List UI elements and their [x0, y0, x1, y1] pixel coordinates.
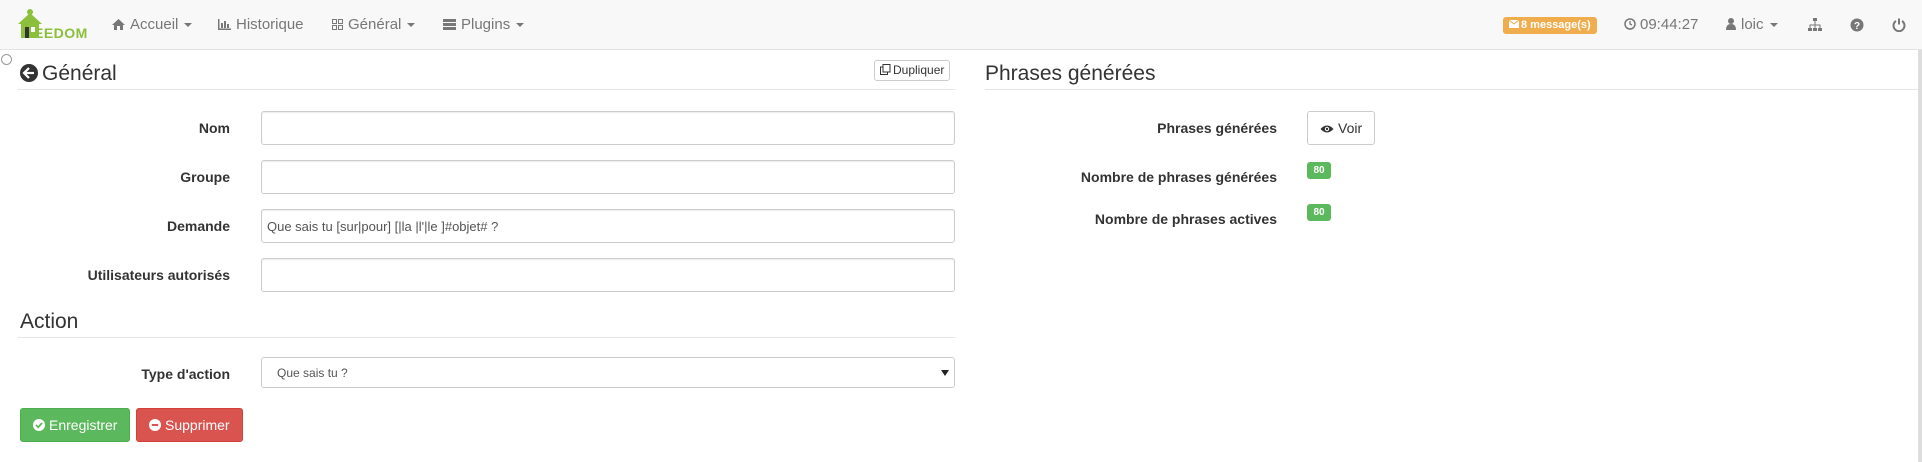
save-label: Enregistrer: [49, 417, 118, 433]
logo-text: EEDOM: [34, 25, 88, 41]
messages-count: 8 message(s): [1521, 19, 1591, 31]
groupe-input[interactable]: [261, 160, 955, 194]
scrollbar[interactable]: [1918, 50, 1922, 462]
count-generated-label: Nombre de phrases générées: [1080, 169, 1277, 185]
chevron-down-icon: [516, 23, 525, 28]
clock: 09:44:27: [1624, 0, 1698, 50]
power-icon: [1892, 18, 1906, 32]
svg-text:?: ?: [1854, 21, 1860, 32]
divider: [18, 89, 955, 90]
envelope-icon: [1508, 19, 1520, 28]
home-icon: [112, 19, 125, 30]
check-circle-icon: [33, 419, 45, 431]
clock-icon: [1624, 18, 1636, 30]
jeedom-logo[interactable]: EEDOM: [14, 8, 88, 44]
nav-historique-label: Historique: [236, 16, 304, 33]
sitemap-icon: [1808, 18, 1822, 31]
clock-time: 09:44:27: [1640, 16, 1699, 33]
demande-label: Demande: [166, 218, 230, 234]
help-icon: ?: [1850, 18, 1864, 32]
dropdown-arrow-icon: [941, 370, 949, 376]
shutdown-button[interactable]: [1890, 16, 1908, 34]
action-title: Action: [20, 310, 79, 333]
utilisateurs-input[interactable]: [261, 258, 955, 292]
utilisateurs-label: Utilisateurs autorisés: [87, 267, 230, 283]
count-generated-badge: 80: [1307, 162, 1331, 179]
collapse-sidebar-icon[interactable]: [1, 54, 12, 65]
chevron-down-icon: [184, 23, 193, 28]
top-navbar: EEDOM Accueil Historique Général Plugins…: [0, 0, 1922, 50]
divider: [985, 89, 1918, 90]
count-active-label: Nombre de phrases actives: [1094, 211, 1277, 227]
demande-input[interactable]: [261, 209, 955, 243]
action-type-select[interactable]: Que sais tu ?: [261, 357, 955, 388]
count-active-badge: 80: [1307, 204, 1331, 221]
nav-historique[interactable]: Historique: [218, 0, 304, 50]
chevron-down-icon: [1769, 23, 1778, 28]
user-menu[interactable]: loic: [1726, 0, 1778, 50]
nav-general-label: Général: [348, 16, 402, 33]
duplicate-button[interactable]: Dupliquer: [874, 60, 951, 81]
network-button[interactable]: [1806, 16, 1824, 34]
nav-accueil[interactable]: Accueil: [112, 0, 193, 50]
nav-accueil-label: Accueil: [130, 16, 179, 33]
general-title: Général: [20, 62, 117, 86]
voir-button[interactable]: Voir: [1307, 111, 1376, 145]
nom-input[interactable]: [261, 111, 955, 145]
action-type-label: Type d'action: [141, 366, 230, 382]
divider: [18, 337, 955, 338]
back-arrow-icon[interactable]: [20, 64, 38, 82]
grid-icon: [332, 19, 343, 30]
save-button[interactable]: Enregistrer: [20, 408, 131, 442]
messages-badge[interactable]: 8 message(s): [1503, 17, 1597, 34]
delete-label: Supprimer: [165, 417, 230, 433]
nom-label: Nom: [198, 120, 230, 136]
chevron-down-icon: [407, 23, 416, 28]
phrases-label: Phrases générées: [1157, 120, 1277, 136]
nav-plugins-label: Plugins: [461, 16, 511, 33]
general-title-text: Général: [42, 62, 117, 85]
copy-icon: [880, 64, 891, 75]
phrases-title: Phrases générées: [985, 62, 1156, 85]
help-button[interactable]: ?: [1848, 16, 1866, 34]
eye-icon: [1320, 125, 1334, 133]
minus-circle-icon: [149, 419, 161, 431]
user-name: loic: [1741, 16, 1764, 33]
duplicate-label: Dupliquer: [893, 63, 945, 77]
delete-button[interactable]: Supprimer: [136, 408, 243, 442]
user-icon: [1726, 18, 1736, 30]
action-type-value: Que sais tu ?: [277, 366, 348, 380]
list-icon: [443, 19, 456, 30]
nav-general[interactable]: Général: [332, 0, 416, 50]
groupe-label: Groupe: [180, 169, 230, 185]
nav-plugins[interactable]: Plugins: [443, 0, 525, 50]
bar-chart-icon: [218, 19, 231, 30]
voir-label: Voir: [1338, 120, 1363, 136]
